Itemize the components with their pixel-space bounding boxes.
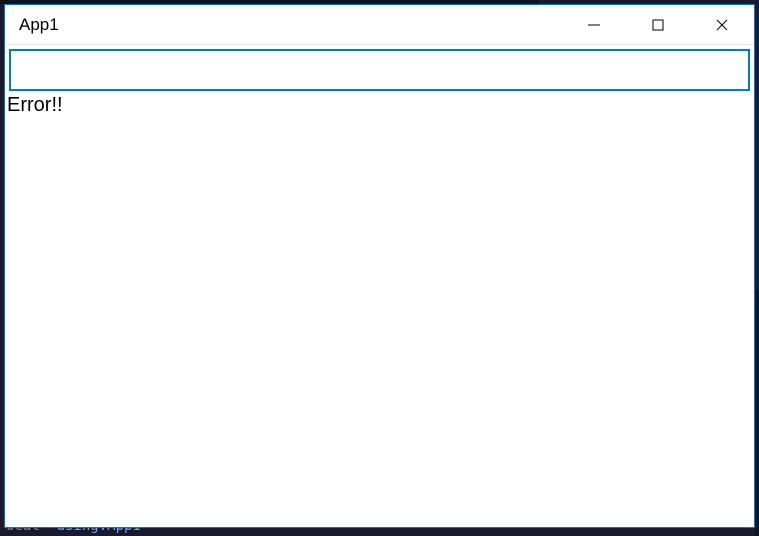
minimize-button[interactable] [562,5,626,44]
minimize-icon [587,18,601,32]
close-button[interactable] [690,5,754,44]
app-window: App1 Error!! [4,4,755,528]
window-controls [562,5,754,44]
background-strip-right [755,290,759,536]
status-text: Error!! [5,93,754,117]
window-title: App1 [5,15,59,35]
titlebar[interactable]: App1 [5,5,754,45]
text-input[interactable] [9,49,750,91]
client-area: Error!! [5,45,754,117]
maximize-icon [651,18,665,32]
close-icon [715,18,729,32]
maximize-button[interactable] [626,5,690,44]
